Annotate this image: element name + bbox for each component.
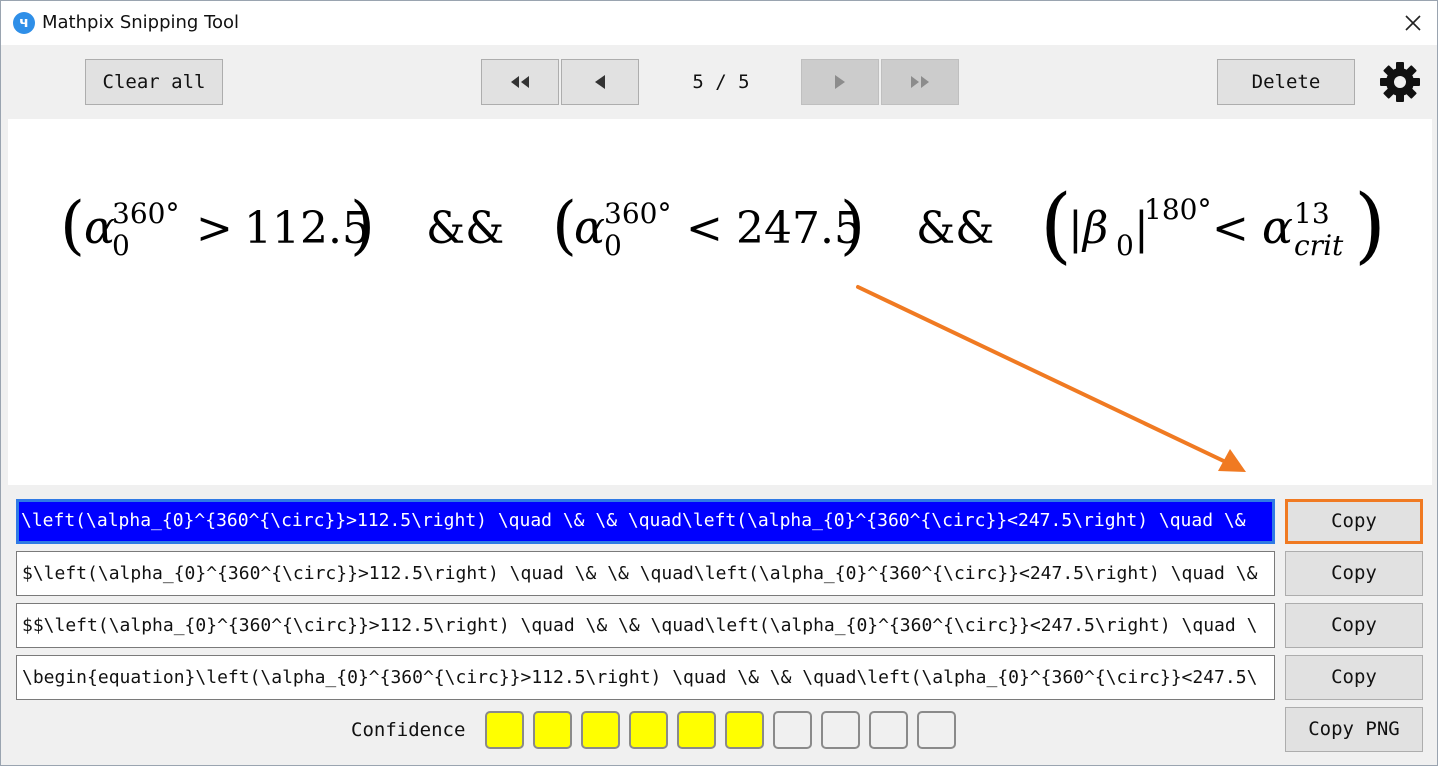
alpha-3: α xyxy=(1262,200,1293,254)
latex-output-field[interactable]: \left(\alpha_{0}^{360^{\circ}}>112.5\rig… xyxy=(16,499,1275,544)
sup-1: 360° xyxy=(112,197,179,230)
close-paren-1: ) xyxy=(350,189,375,263)
sup-4: 13 xyxy=(1294,197,1330,230)
confidence-cell xyxy=(869,711,908,749)
page-counter: 5 / 5 xyxy=(692,71,750,93)
confidence-cell xyxy=(533,711,572,749)
previous-button[interactable] xyxy=(561,59,639,105)
op-lt-3: < xyxy=(1212,203,1249,254)
left-arrow-icon xyxy=(595,75,605,89)
amp-2: && xyxy=(916,203,994,254)
gear-icon[interactable] xyxy=(1378,60,1422,104)
equation-env-output-text: \begin{equation}\left(\alpha_{0}^{360^{\… xyxy=(22,667,1258,688)
latex-output-text: \left(\alpha_{0}^{360^{\circ}}>112.5\rig… xyxy=(21,510,1246,531)
right-arrow-icon xyxy=(835,75,845,89)
op-gt-1: > xyxy=(196,203,233,254)
copy-inline-math-button[interactable]: Copy xyxy=(1285,551,1423,596)
inline-math-output-text: $\left(\alpha_{0}^{360^{\circ}}>112.5\ri… xyxy=(22,563,1258,584)
app-window: ч Mathpix Snipping Tool Clear all 5 / 5 … xyxy=(0,0,1438,766)
open-paren-1: ( xyxy=(60,189,85,263)
rendered-preview: ( α 360° 0 > 112.5 ) && ( α 360° 0 < 247… xyxy=(8,119,1432,485)
double-right-arrow-icon xyxy=(911,76,929,88)
sub-3: 0 xyxy=(1116,229,1134,262)
delete-button[interactable]: Delete xyxy=(1217,59,1355,105)
confidence-cell xyxy=(677,711,716,749)
sub-2: 0 xyxy=(604,229,622,262)
sub-1: 0 xyxy=(112,229,130,262)
confidence-label: Confidence xyxy=(351,719,466,741)
close-icon[interactable] xyxy=(1399,9,1427,37)
last-button[interactable] xyxy=(881,59,959,105)
confidence-cell xyxy=(581,711,620,749)
copy-latex-button[interactable]: Copy xyxy=(1285,499,1423,544)
alpha-1: α xyxy=(84,200,115,254)
next-button[interactable] xyxy=(801,59,879,105)
sub-4: crit xyxy=(1294,229,1344,262)
confidence-cell xyxy=(629,711,668,749)
alpha-2: α xyxy=(574,200,605,254)
confidence-cell xyxy=(485,711,524,749)
display-math-output-text: $$\left(\alpha_{0}^{360^{\circ}}>112.5\r… xyxy=(22,615,1258,636)
clear-all-button[interactable]: Clear all xyxy=(85,59,223,105)
inline-math-output-field[interactable]: $\left(\alpha_{0}^{360^{\circ}}>112.5\ri… xyxy=(16,551,1275,596)
sup-3: 180° xyxy=(1144,193,1211,226)
confidence-cell xyxy=(773,711,812,749)
double-left-arrow-icon xyxy=(511,76,529,88)
amp-1: && xyxy=(426,203,504,254)
rendered-formula: ( α 360° 0 > 112.5 ) && ( α 360° 0 < 247… xyxy=(60,178,1386,472)
op-lt-2: < xyxy=(686,203,723,254)
copy-png-button[interactable]: Copy PNG xyxy=(1285,707,1423,752)
annotation-arrow xyxy=(856,285,1246,472)
confidence-cell xyxy=(821,711,860,749)
close-paren-2: ) xyxy=(840,189,865,263)
first-button[interactable] xyxy=(481,59,559,105)
confidence-cell xyxy=(725,711,764,749)
title-bar: ч Mathpix Snipping Tool xyxy=(1,1,1437,45)
copy-equation-button[interactable]: Copy xyxy=(1285,655,1423,700)
equation-env-output-field[interactable]: \begin{equation}\left(\alpha_{0}^{360^{\… xyxy=(16,655,1275,700)
abs-beta: |β xyxy=(1068,203,1108,254)
close-paren-3: ) xyxy=(1354,178,1386,273)
copy-display-math-button[interactable]: Copy xyxy=(1285,603,1423,648)
window-title: Mathpix Snipping Tool xyxy=(42,12,240,33)
confidence-cell xyxy=(917,711,956,749)
mathpix-logo-icon: ч xyxy=(13,12,35,34)
display-math-output-field[interactable]: $$\left(\alpha_{0}^{360^{\circ}}>112.5\r… xyxy=(16,603,1275,648)
sup-2: 360° xyxy=(604,197,671,230)
